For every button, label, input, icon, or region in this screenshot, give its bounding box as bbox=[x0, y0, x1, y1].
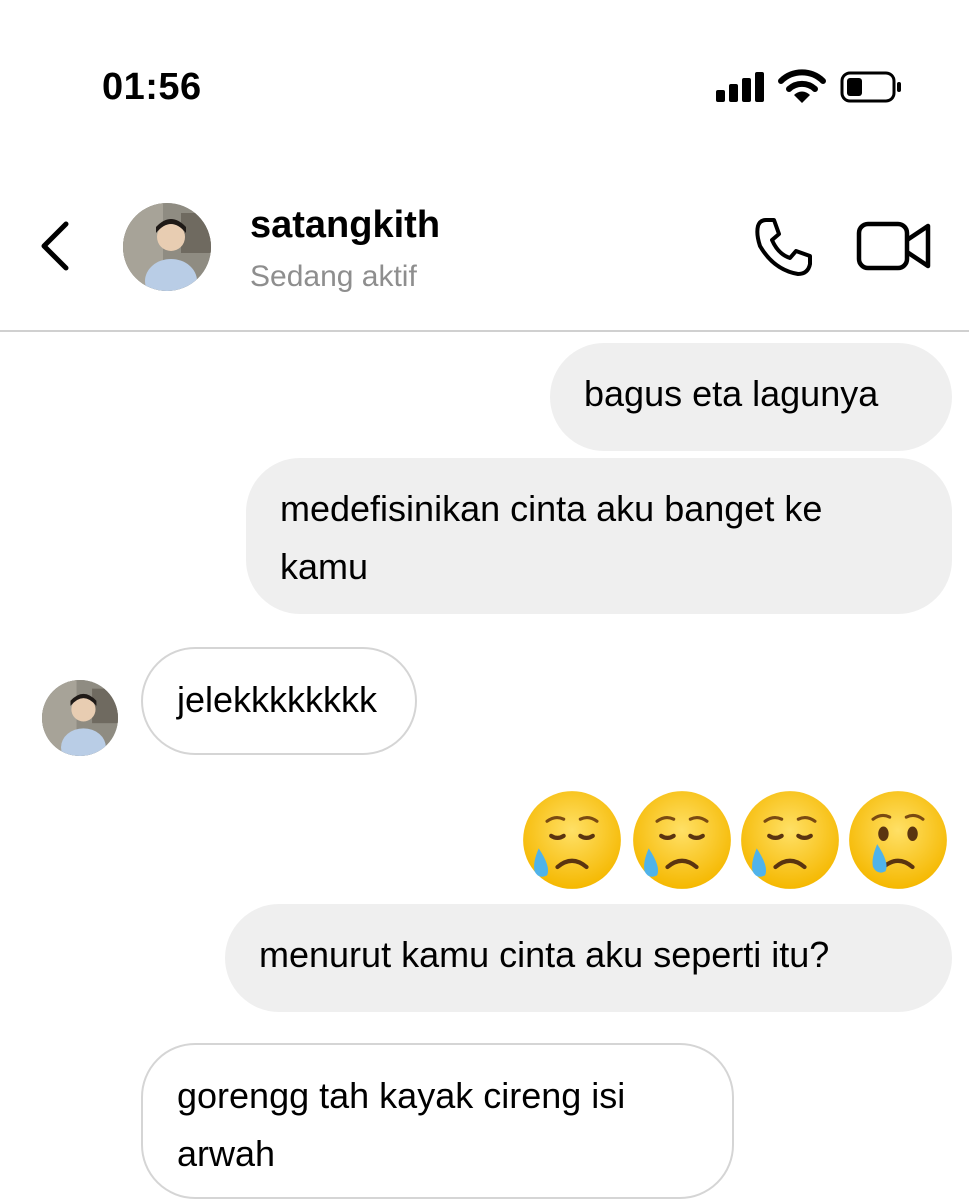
video-camera-icon[interactable] bbox=[856, 220, 932, 272]
header-divider bbox=[0, 330, 969, 332]
sad-relieved-face-emoji bbox=[741, 791, 839, 889]
back-chevron-icon[interactable] bbox=[36, 220, 76, 272]
profile-photo-icon bbox=[123, 203, 211, 291]
message-sent[interactable]: menurut kamu cinta aku seperti itu? bbox=[225, 904, 952, 1012]
cellular-signal-icon bbox=[716, 72, 768, 102]
sad-relieved-face-emoji bbox=[523, 791, 621, 889]
crying-face-emoji bbox=[849, 791, 947, 889]
message-received[interactable]: jelekkkkkkkk bbox=[141, 647, 417, 755]
emoji-message[interactable] bbox=[520, 788, 952, 892]
phone-icon[interactable] bbox=[752, 216, 814, 278]
message-sent[interactable]: medefisinikan cinta aku banget ke kamu bbox=[246, 458, 952, 614]
battery-icon bbox=[840, 71, 901, 103]
sad-relieved-face-emoji bbox=[633, 791, 731, 889]
message-received[interactable]: gorengg tah kayak cireng isi arwah bbox=[141, 1043, 734, 1199]
status-time: 01:56 bbox=[102, 66, 202, 108]
profile-photo-icon bbox=[42, 680, 118, 756]
wifi-icon bbox=[778, 69, 826, 103]
contact-avatar[interactable] bbox=[123, 203, 211, 291]
message-sent[interactable]: bagus eta lagunya bbox=[550, 343, 952, 451]
active-status: Sedang aktif bbox=[250, 260, 417, 293]
sender-avatar[interactable] bbox=[42, 680, 118, 756]
contact-username: satangkith bbox=[250, 204, 441, 246]
